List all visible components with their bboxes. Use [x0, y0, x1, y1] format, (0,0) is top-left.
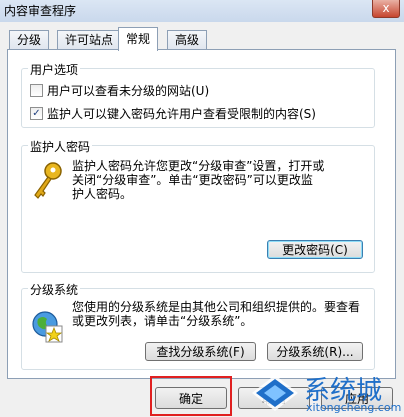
close-icon: x [382, 1, 390, 15]
rating-systems-description: 您使用的分级系统是由其他公司和组织提供的。要查看 或更改列表，请单击“分级系统”… [72, 300, 368, 328]
change-password-button[interactable]: 更改密码(C) [267, 240, 363, 259]
tab-rating[interactable]: 分级 [9, 30, 50, 50]
dialog-body: 分级 许可站点 常规 高级 用户选项 用户可以查看未分级的网站(U) ✓ 监护人… [0, 22, 404, 417]
group-title: 分级系统 [28, 281, 81, 298]
title-bar: 内容审查程序 x [0, 0, 404, 23]
option-label: 监护人可以键入密码允许用户查看受限制的内容(S) [47, 107, 316, 121]
tab-label: 高级 [175, 33, 200, 47]
watermark-logo-icon [252, 375, 298, 411]
description-line: 您使用的分级系统是由其他公司和组织提供的。要查看 [72, 300, 361, 314]
tab-label: 许可站点 [65, 33, 114, 47]
group-title: 监护人密码 [28, 138, 93, 155]
key-icon [34, 162, 62, 199]
group-title: 用户选项 [28, 61, 81, 78]
check-icon: ✓ [32, 108, 41, 119]
description-line: 护人密码。 [72, 187, 133, 201]
window-title: 内容审查程序 [4, 4, 77, 18]
watermark-url: xitongcheng.com [306, 401, 402, 414]
tab-approved-sites[interactable]: 许可站点 [57, 30, 122, 50]
checkbox-checked[interactable]: ✓ [30, 107, 43, 120]
rating-systems-group: 分级系统 您使用的分级系统是由其他公司和组织提供的。要查看 或更改列表，请单击“… [21, 281, 375, 370]
tab-label: 分级 [17, 33, 42, 47]
globe-star-icon [32, 311, 63, 343]
supervisor-description: 监护人密码允许您更改“分级审查”设置，打开或 关闭“分级审查”。单击“更改密码”… [72, 159, 368, 201]
tab-panel: 用户选项 用户可以查看未分级的网站(U) ✓ 监护人可以键入密码允许用户查看受限… [7, 49, 396, 379]
highlight-box [150, 376, 232, 416]
supervisor-override-option[interactable]: ✓ 监护人可以键入密码允许用户查看受限制的内容(S) [30, 105, 316, 122]
user-options-group: 用户选项 用户可以查看未分级的网站(U) ✓ 监护人可以键入密码允许用户查看受限… [21, 61, 375, 128]
tab-general[interactable]: 常规 [118, 27, 159, 51]
allow-unrated-option[interactable]: 用户可以查看未分级的网站(U) [30, 82, 209, 99]
supervisor-password-group: 监护人密码 监护人密码允许您更改“分级审查”设置，打开或 关闭“分级审查”。单击… [21, 138, 375, 273]
checkbox[interactable] [30, 84, 43, 97]
watermark: 系统城 xitongcheng.com [244, 369, 404, 417]
find-rating-systems-button[interactable]: 查找分级系统(F) [145, 342, 256, 361]
tab-label: 常规 [126, 32, 151, 46]
close-button[interactable]: x [372, 0, 400, 18]
tab-advanced[interactable]: 高级 [167, 30, 208, 50]
option-label: 用户可以查看未分级的网站(U) [47, 84, 210, 98]
description-line: 或更改列表，请单击“分级系统”。 [72, 314, 253, 328]
description-line: 关闭“分级审查”。单击“更改密码”可以更改监 [72, 173, 313, 187]
description-line: 监护人密码允许您更改“分级审查”设置，打开或 [72, 159, 325, 173]
rating-systems-button[interactable]: 分级系统(R)... [267, 342, 363, 361]
